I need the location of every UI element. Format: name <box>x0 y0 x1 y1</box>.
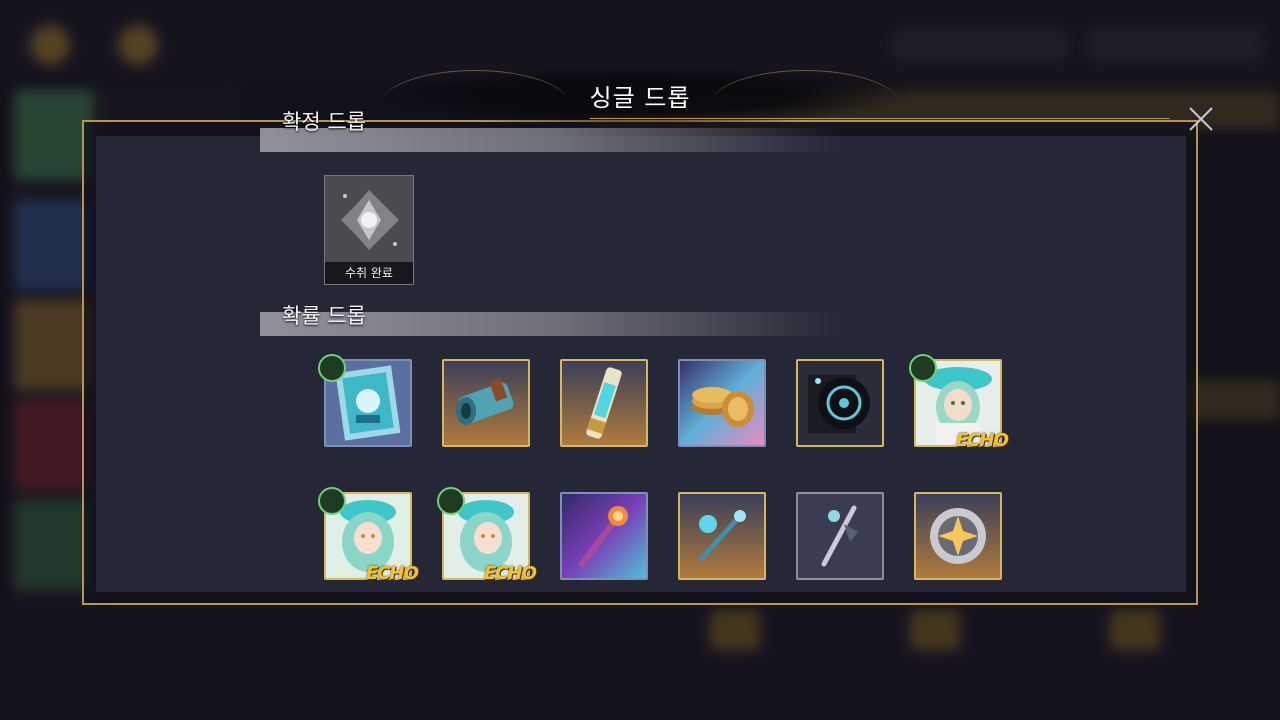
pipe-fitting-icon <box>444 361 528 445</box>
pipe-fitting-item[interactable] <box>442 359 530 447</box>
probability-drop-label: 확률 드롭 <box>282 304 366 328</box>
dark-record-icon <box>798 361 882 445</box>
echo-badge: ECHO <box>366 563 419 584</box>
ice-wand-icon <box>680 494 764 578</box>
background-slot <box>710 610 760 650</box>
guaranteed-drop-header: 확정 드롭 <box>260 110 840 152</box>
collected-item[interactable]: 수취 완료 <box>324 175 414 285</box>
character-badge-icon <box>318 354 346 382</box>
dialog-title: 싱글 드롭 <box>589 84 691 112</box>
silver-staff-item[interactable] <box>796 492 884 580</box>
ice-wand-item[interactable] <box>678 492 766 580</box>
background-coin-icon <box>30 25 70 65</box>
energy-tube-item[interactable] <box>560 359 648 447</box>
energy-tube-icon <box>562 361 646 445</box>
echo-badge: ECHO <box>956 430 1009 451</box>
star-orb-item[interactable] <box>914 492 1002 580</box>
fire-staff-item[interactable] <box>560 492 648 580</box>
dark-record-item[interactable] <box>796 359 884 447</box>
echo-badge: ECHO <box>484 563 537 584</box>
silver-staff-icon <box>798 494 882 578</box>
background-currency-pill <box>1085 27 1265 63</box>
close-button[interactable] <box>1184 102 1218 136</box>
probability-drop-header: 확률 드롭 <box>260 304 840 336</box>
character-badge-icon <box>437 487 465 515</box>
crystal-badge-icon <box>325 176 413 264</box>
coin-stack-item[interactable] <box>678 359 766 447</box>
background-bottom-bar <box>0 600 1280 720</box>
title-divider <box>590 118 1170 119</box>
guaranteed-drop-label: 확정 드롭 <box>282 110 366 134</box>
character-badge-icon <box>318 487 346 515</box>
background-currency-pill <box>890 27 1070 63</box>
close-icon <box>1189 107 1213 131</box>
collected-status-label: 수취 완료 <box>325 262 413 284</box>
background-coin-icon <box>118 25 158 65</box>
star-orb-icon <box>916 494 1000 578</box>
fire-staff-icon <box>562 494 646 578</box>
character-badge-icon <box>909 354 937 382</box>
background-slot <box>1110 610 1160 650</box>
background-slot <box>910 610 960 650</box>
coin-stack-icon <box>680 361 764 445</box>
